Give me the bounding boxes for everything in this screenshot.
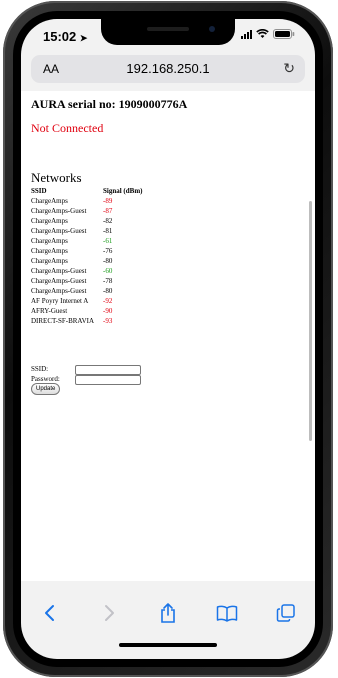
network-row: DIRECT-SF-BRAVIA -93 xyxy=(31,316,142,326)
networks-list: ChargeAmps -89 ChargeAmps-Guest -87 ChargeAm… xyxy=(31,196,142,326)
network-signal: -82 xyxy=(103,217,113,225)
tabs-icon xyxy=(276,604,295,622)
ssid-column-header: SSID xyxy=(31,187,47,195)
phone-screen: 15:02 ➤ AA 192.168.250.1 ↻ AURA serial n… xyxy=(21,19,315,659)
network-ssid: ChargeAmps-Guest xyxy=(31,227,87,235)
network-ssid: ChargeAmps xyxy=(31,197,68,205)
network-signal: -89 xyxy=(103,197,113,205)
network-ssid: ChargeAmps-Guest xyxy=(31,207,87,215)
network-signal: -76 xyxy=(103,247,113,255)
network-row: AFRY-Guest -90 xyxy=(31,306,142,316)
wifi-icon xyxy=(256,29,269,38)
network-ssid: ChargeAmps-Guest xyxy=(31,287,87,295)
signal-column-header: Signal (dBm) xyxy=(103,187,143,195)
network-ssid: AFRY-Guest xyxy=(31,307,68,315)
cellular-signal-icon xyxy=(241,29,252,39)
network-signal: -61 xyxy=(103,237,113,245)
password-input[interactable] xyxy=(75,375,141,385)
back-button[interactable] xyxy=(36,599,64,627)
home-indicator[interactable] xyxy=(119,643,217,647)
password-label: Password: xyxy=(31,375,60,383)
connection-status: Not Connected xyxy=(31,121,104,135)
network-signal: -80 xyxy=(103,257,113,265)
network-row: ChargeAmps-Guest -80 xyxy=(31,286,142,296)
networks-table: SSID Signal (dBm) ChargeAmps -89 ChargeAmp… xyxy=(31,186,142,326)
ssid-input[interactable] xyxy=(75,365,141,375)
network-signal: -93 xyxy=(103,317,113,325)
network-signal: -92 xyxy=(103,297,113,305)
web-page: AURA serial no: 1909000776A Not Connecte… xyxy=(21,91,315,581)
network-signal: -80 xyxy=(103,287,113,295)
network-row: ChargeAmps -61 xyxy=(31,236,142,246)
network-row: ChargeAmps -82 xyxy=(31,216,142,226)
network-signal: -81 xyxy=(103,227,113,235)
network-row: ChargeAmps -80 xyxy=(31,256,142,266)
table-header-row: SSID Signal (dBm) xyxy=(31,186,142,196)
bookmarks-icon xyxy=(216,605,238,622)
serial-heading: AURA serial no: 1909000776A xyxy=(31,97,188,111)
network-ssid: AF Poyry Internet A xyxy=(31,297,89,305)
network-signal: -87 xyxy=(103,207,113,215)
bookmarks-button[interactable] xyxy=(213,599,241,627)
network-ssid: ChargeAmps xyxy=(31,257,68,265)
ssid-label: SSID: xyxy=(31,365,49,373)
front-camera xyxy=(209,26,215,32)
network-signal: -60 xyxy=(103,267,113,275)
network-row: ChargeAmps-Guest -81 xyxy=(31,226,142,236)
phone-frame: 15:02 ➤ AA 192.168.250.1 ↻ AURA serial n… xyxy=(3,1,333,677)
network-row: ChargeAmps-Guest -60 xyxy=(31,266,142,276)
forward-button[interactable] xyxy=(95,599,123,627)
network-ssid: ChargeAmps-Guest xyxy=(31,277,87,285)
safari-toolbar xyxy=(21,593,315,633)
tabs-button[interactable] xyxy=(272,599,300,627)
network-ssid: ChargeAmps xyxy=(31,247,68,255)
network-row: ChargeAmps -89 xyxy=(31,196,142,206)
status-icons xyxy=(241,29,295,39)
network-ssid: ChargeAmps-Guest xyxy=(31,267,87,275)
location-arrow-icon: ➤ xyxy=(79,33,88,43)
share-icon xyxy=(161,603,175,623)
network-signal: -90 xyxy=(103,307,113,315)
network-row: ChargeAmps-Guest -87 xyxy=(31,206,142,216)
share-button[interactable] xyxy=(154,599,182,627)
network-row: ChargeAmps-Guest -78 xyxy=(31,276,142,286)
url-text[interactable]: 192.168.250.1 xyxy=(31,61,305,76)
speaker-grille xyxy=(147,27,189,31)
networks-title: Networks xyxy=(31,170,82,185)
network-ssid: DIRECT-SF-BRAVIA xyxy=(31,317,95,325)
phone-bezel: 15:02 ➤ AA 192.168.250.1 ↻ AURA serial n… xyxy=(13,11,323,667)
network-ssid: ChargeAmps xyxy=(31,217,68,225)
status-time: 15:02 ➤ xyxy=(43,29,87,44)
update-button[interactable]: Update xyxy=(31,383,61,395)
network-row: ChargeAmps -76 xyxy=(31,246,142,256)
network-signal: -78 xyxy=(103,277,113,285)
notch xyxy=(101,19,235,45)
network-ssid: ChargeAmps xyxy=(31,237,68,245)
network-row: AF Poyry Internet A -92 xyxy=(31,296,142,306)
reload-icon[interactable]: ↻ xyxy=(283,60,295,77)
address-bar[interactable]: AA 192.168.250.1 ↻ xyxy=(31,55,305,83)
status-time-text: 15:02 xyxy=(43,29,77,44)
back-icon xyxy=(45,605,55,621)
battery-icon xyxy=(273,29,295,39)
scroll-indicator[interactable] xyxy=(309,201,312,441)
forward-icon xyxy=(105,605,115,621)
